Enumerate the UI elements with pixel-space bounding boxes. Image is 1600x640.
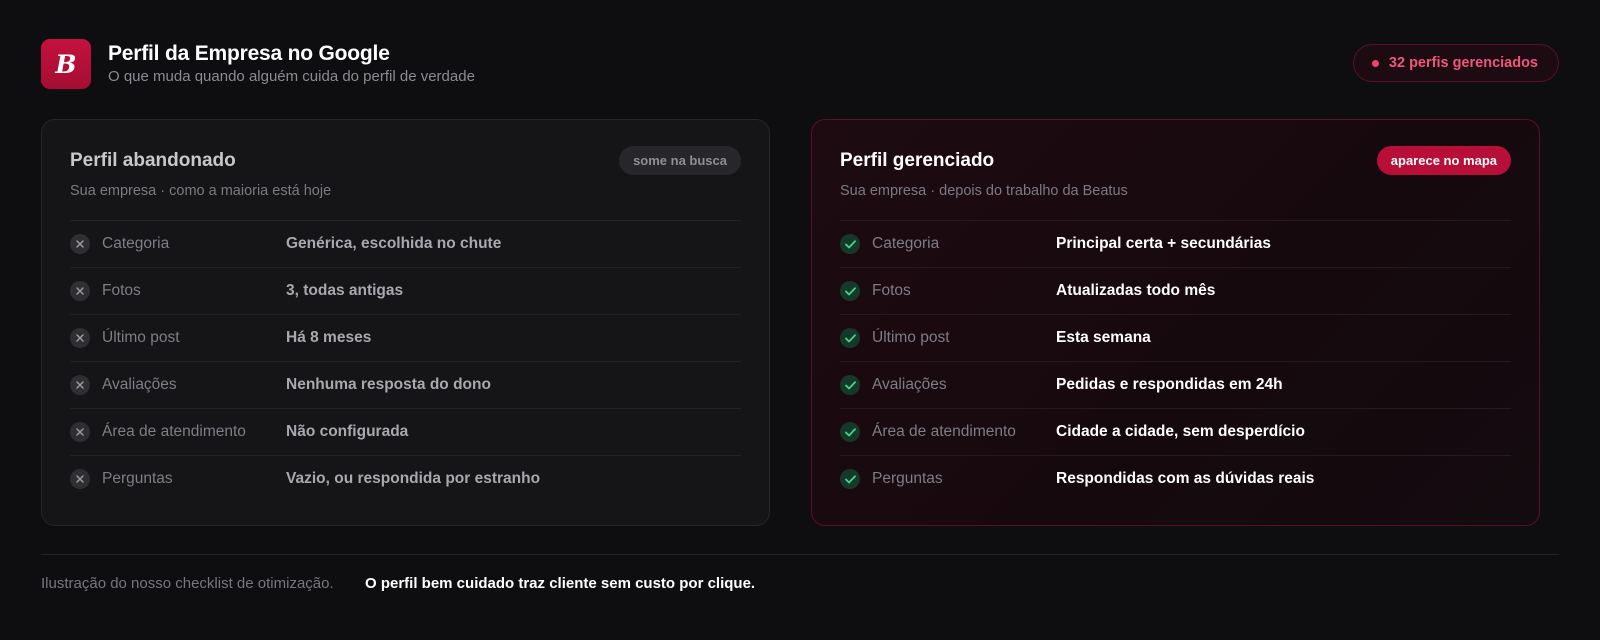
checklist-row-fotos: Fotos Atualizadas todo mês [840,268,1511,315]
row-value: Pedidas e respondidas em 24h [1056,376,1283,393]
row-label: Área de atendimento [102,423,246,440]
checklist-row-categoria: Categoria Principal certa + secundárias [840,221,1511,268]
row-value: Principal certa + secundárias [1056,235,1271,252]
row-label: Perguntas [872,470,943,487]
row-label: Fotos [102,282,141,299]
row-value: 3, todas antigas [286,282,404,299]
row-value: Atualizadas todo mês [1056,282,1216,299]
check-icon [840,281,860,301]
logo-letter: B [55,49,77,79]
x-icon [70,375,90,395]
checklist-row-perguntas: Perguntas Vazio, ou respondida por estra… [70,456,741,502]
managed-profiles-label: 32 perfis gerenciados [1388,55,1538,71]
card-header: Perfil gerenciado Sua empresa · depois d… [840,120,1511,220]
checklist-row-area-atendimento: Área de atendimento Cidade a cidade, sem… [840,409,1511,456]
checklist: Categoria Genérica, escolhida no chute F… [70,220,741,502]
row-label: Último post [872,329,950,346]
row-value: Nenhuma resposta do dono [286,376,491,393]
checklist-row-categoria: Categoria Genérica, escolhida no chute [70,221,741,268]
row-label: Último post [102,329,180,346]
checklist: Categoria Principal certa + secundárias … [840,220,1511,502]
row-value: Não configurada [286,423,409,440]
page-footer: Ilustração do nosso checklist de otimiza… [41,554,1559,605]
row-value: Genérica, escolhida no chute [286,235,502,252]
managed-profile-card: Perfil gerenciado Sua empresa · depois d… [811,119,1540,526]
row-label: Avaliações [872,376,947,393]
checklist-row-ultimo-post: Último post Esta semana [840,315,1511,362]
checklist-row-area-atendimento: Área de atendimento Não configurada [70,409,741,456]
page-subtitle: O que muda quando alguém cuida do perfil… [108,68,475,85]
managed-profiles-badge: 32 perfis gerenciados [1352,44,1559,82]
check-icon [840,375,860,395]
x-icon [70,422,90,442]
check-icon [840,328,860,348]
x-icon [70,234,90,254]
row-label: Avaliações [102,376,177,393]
card-subtitle: Sua empresa · depois do trabalho da Beat… [840,183,1128,199]
page-title: Perfil da Empresa no Google [108,42,390,65]
row-label: Categoria [102,235,170,252]
row-value: Vazio, ou respondida por estranho [286,470,541,487]
row-value: Cidade a cidade, sem desperdício [1056,423,1305,440]
checklist-row-avaliacoes: Avaliações Nenhuma resposta do dono [70,362,741,409]
card-header: Perfil abandonado Sua empresa · como a m… [70,120,741,220]
checklist-row-ultimo-post: Último post Há 8 meses [70,315,741,362]
row-label: Perguntas [102,470,173,487]
check-icon [840,422,860,442]
x-icon [70,328,90,348]
footer-highlight: O perfil bem cuidado traz cliente sem cu… [365,575,756,592]
checklist-row-perguntas: Perguntas Respondidas com as dúvidas rea… [840,456,1511,502]
brand-logo: B [41,39,91,89]
check-icon [840,234,860,254]
footer-note: Ilustração do nosso checklist de otimiza… [41,575,334,592]
status-dot-icon [1371,59,1379,67]
row-value: Respondidas com as dúvidas reais [1056,470,1315,487]
row-value: Há 8 meses [286,329,372,346]
row-label: Área de atendimento [872,423,1016,440]
header-titles: Perfil da Empresa no Google O que muda q… [108,41,475,87]
checklist-row-fotos: Fotos 3, todas antigas [70,268,741,315]
check-icon [840,469,860,489]
row-value: Esta semana [1056,329,1151,346]
card-title: Perfil abandonado [70,150,236,171]
status-badge: some na busca [619,146,741,175]
x-icon [70,281,90,301]
row-label: Categoria [872,235,940,252]
card-title: Perfil gerenciado [840,150,995,171]
row-label: Fotos [872,282,911,299]
abandoned-profile-card: Perfil abandonado Sua empresa · como a m… [41,119,770,526]
x-icon [70,469,90,489]
status-badge: aparece no mapa [1376,146,1511,175]
checklist-row-avaliacoes: Avaliações Pedidas e respondidas em 24h [840,362,1511,409]
page-header: B Perfil da Empresa no Google O que muda… [41,39,1559,89]
card-subtitle: Sua empresa · como a maioria está hoje [70,183,332,199]
